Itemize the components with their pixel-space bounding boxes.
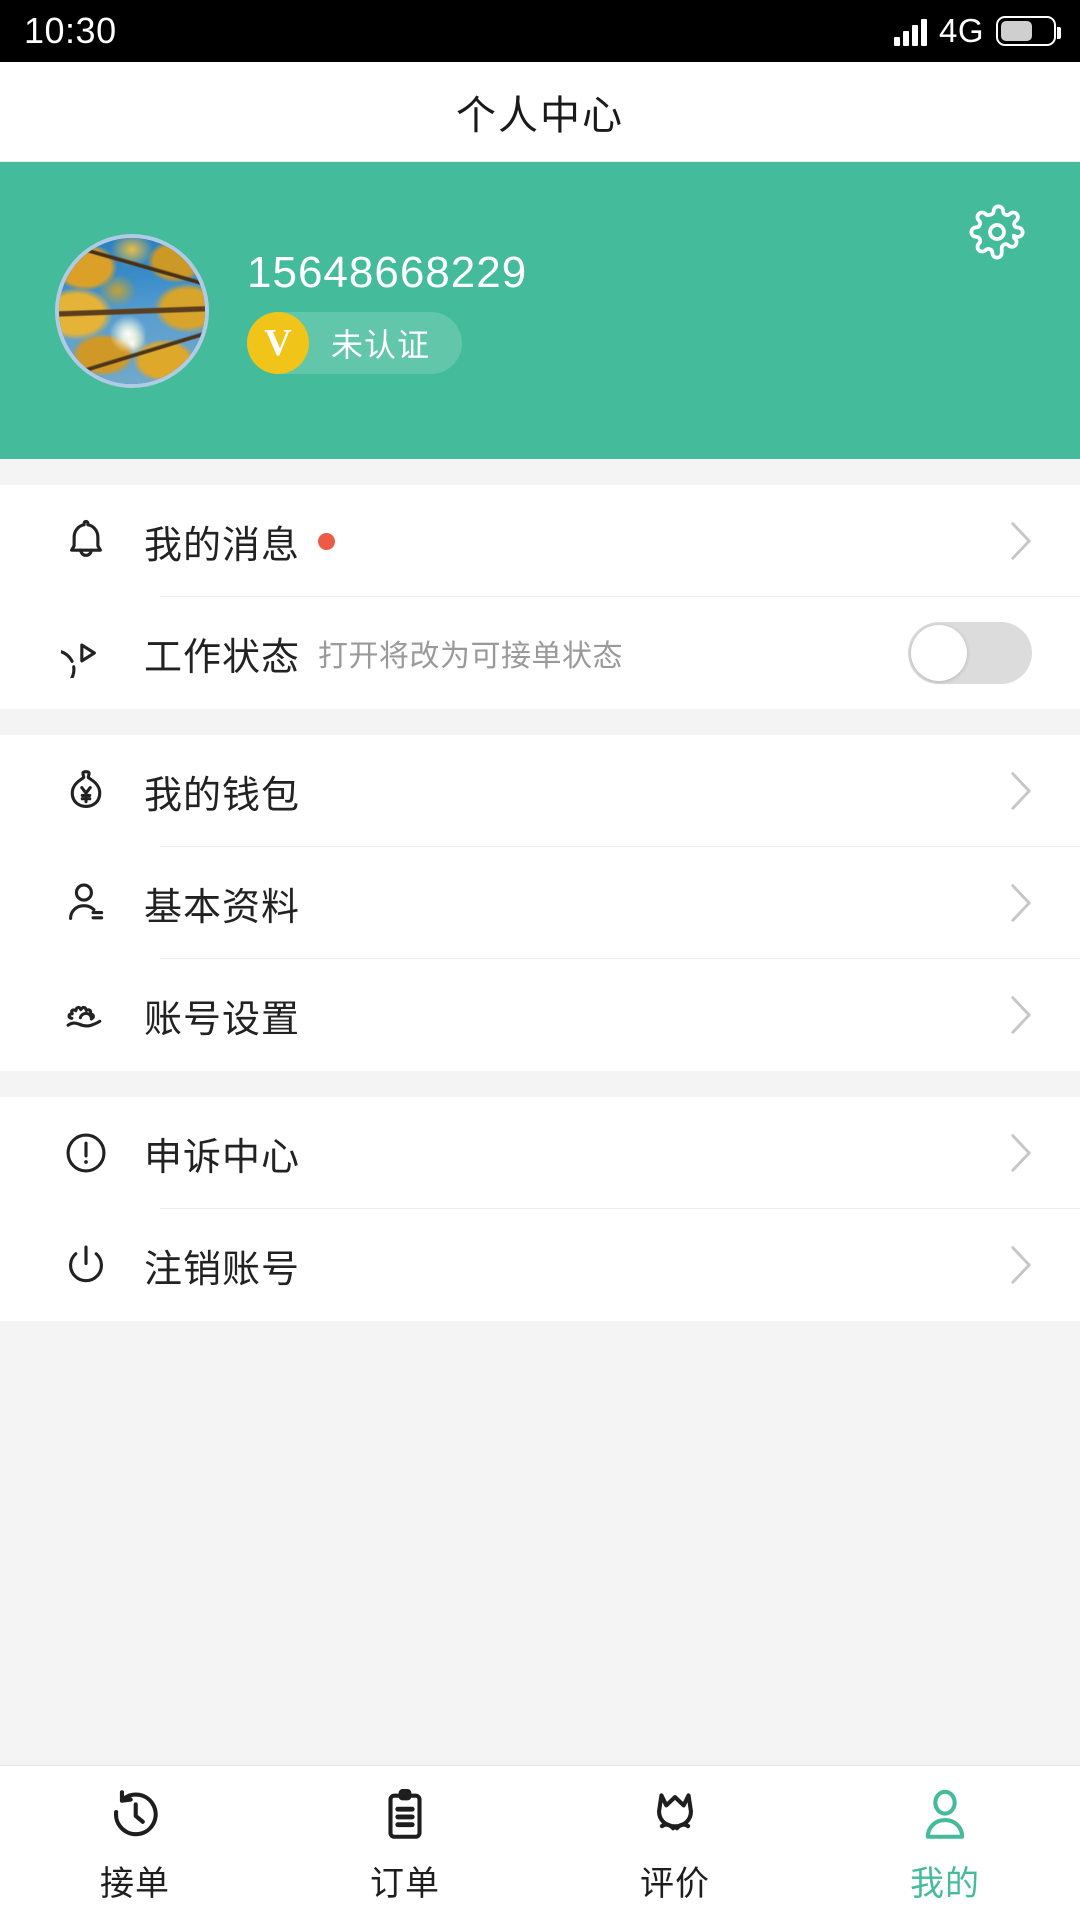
- app-screen: 10:30 4G 个人中心 15648668229 V 未认证 我的消息 工作状…: [0, 0, 1080, 1920]
- chevron-right-icon: [1010, 883, 1032, 923]
- list-item-work-status[interactable]: 工作状态 打开将改为可接单状态: [0, 597, 1080, 709]
- list-item-label: 我的消息: [144, 524, 301, 567]
- profile-header: 15648668229 V 未认证: [0, 162, 1080, 459]
- network-type-label: 4G: [938, 12, 984, 49]
- chevron-right-icon: [1010, 995, 1032, 1035]
- group-divider: [0, 709, 1080, 735]
- play-circle-icon: [50, 628, 122, 678]
- profile-info: 15648668229 V 未认证: [247, 248, 527, 374]
- status-bar: 10:30 4G: [0, 0, 1080, 62]
- work-status-toggle[interactable]: [908, 622, 1032, 684]
- flower-icon: [646, 1782, 704, 1844]
- list-item-delete-account[interactable]: 注销账号: [0, 1209, 1080, 1321]
- battery-icon: [996, 16, 1061, 46]
- list-item-label: 注销账号: [144, 1248, 301, 1291]
- tab-label: 评价: [640, 1864, 710, 1903]
- clock-rotate-icon: [106, 1782, 164, 1844]
- profile-phone: 15648668229: [247, 247, 528, 297]
- tab-label: 接单: [100, 1864, 170, 1903]
- list-item-subtitle: 打开将改为可接单状态: [318, 640, 624, 673]
- verify-status-label: 未认证: [331, 326, 431, 363]
- content-filler: [0, 1321, 1080, 1765]
- list-group-3: 申诉中心 注销账号: [0, 1097, 1080, 1321]
- person-info-icon: [50, 878, 122, 928]
- exclamation-circle-icon: [50, 1128, 122, 1178]
- status-indicators: 4G: [893, 12, 1061, 50]
- chevron-right-icon: [1010, 521, 1032, 561]
- list-item-account-settings[interactable]: 账号设置: [0, 959, 1080, 1071]
- tab-orders[interactable]: 订单: [270, 1766, 540, 1920]
- tab-mine[interactable]: 我的: [810, 1766, 1080, 1920]
- signal-bars-icon: [893, 16, 927, 46]
- gear-icon[interactable]: [969, 204, 1025, 260]
- list-item-label: 账号设置: [144, 998, 301, 1041]
- list-item-label: 基本资料: [144, 886, 301, 929]
- title-bar: 个人中心: [0, 62, 1080, 162]
- list-item-basic-info[interactable]: 基本资料: [0, 847, 1080, 959]
- unread-dot-badge: [318, 532, 336, 550]
- list-group-1: 我的消息 工作状态 打开将改为可接单状态: [0, 485, 1080, 709]
- list-item-my-wallet[interactable]: 我的钱包: [0, 735, 1080, 847]
- group-divider: [0, 459, 1080, 485]
- bell-icon: [50, 516, 122, 566]
- chevron-right-icon: [1010, 1245, 1032, 1285]
- clipboard-icon: [376, 1782, 434, 1844]
- power-icon: [50, 1240, 122, 1290]
- status-badge[interactable]: V 未认证: [247, 311, 463, 374]
- list-item-label: 申诉中心: [144, 1136, 301, 1179]
- account-settings-icon: [50, 990, 122, 1040]
- verify-mark-icon: V: [247, 311, 309, 374]
- tab-label: 订单: [370, 1864, 440, 1903]
- group-divider: [0, 1071, 1080, 1097]
- bottom-tab-bar: 接单 订单 评价 我的: [0, 1765, 1080, 1920]
- list-group-2: 我的钱包 基本资料 账号设置: [0, 735, 1080, 1071]
- list-item-my-messages[interactable]: 我的消息: [0, 485, 1080, 597]
- chevron-right-icon: [1010, 771, 1032, 811]
- person-icon: [916, 1782, 974, 1844]
- list-item-label: 工作状态: [144, 636, 301, 679]
- money-bag-icon: [50, 766, 122, 816]
- list-item-label: 我的钱包: [144, 774, 301, 817]
- tab-reviews[interactable]: 评价: [540, 1766, 810, 1920]
- list-item-appeal-center[interactable]: 申诉中心: [0, 1097, 1080, 1209]
- chevron-right-icon: [1010, 1133, 1032, 1173]
- page-title: 个人中心: [456, 93, 624, 138]
- status-time: 10:30: [24, 10, 117, 51]
- avatar[interactable]: [55, 233, 209, 388]
- tab-take-orders[interactable]: 接单: [0, 1766, 270, 1920]
- tab-label: 我的: [910, 1864, 980, 1903]
